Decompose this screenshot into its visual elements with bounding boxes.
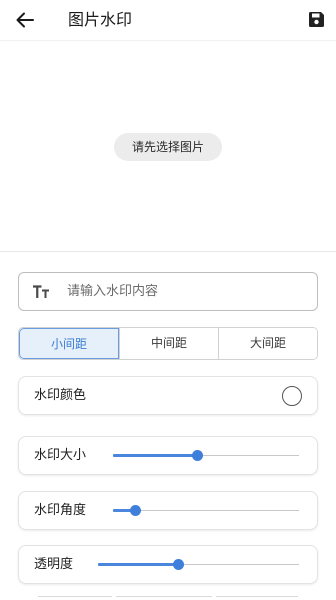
opacity-label: 透明度 (34, 557, 74, 572)
opacity-slider[interactable] (98, 559, 299, 570)
slider-fill (113, 454, 197, 457)
watermark-color-row[interactable]: 水印颜色 (18, 376, 318, 415)
watermark-text-input[interactable] (67, 273, 307, 310)
watermark-size-row: 水印大小 (18, 436, 318, 475)
spacing-option-small[interactable]: 小间距 (19, 328, 119, 359)
top-app-bar: 图片水印 (0, 0, 336, 40)
save-button[interactable] (305, 8, 327, 30)
watermark-size-slider[interactable] (113, 450, 299, 461)
spacing-option-medium[interactable]: 中间距 (119, 328, 218, 359)
watermark-angle-row: 水印角度 (18, 491, 318, 530)
next-section-divider (116, 596, 212, 597)
slider-fill (98, 563, 179, 566)
color-swatch[interactable] (282, 386, 302, 406)
spacing-selector: 小间距 中间距 大间距 (18, 327, 318, 360)
slider-thumb[interactable] (173, 559, 185, 570)
page-title: 图片水印 (68, 10, 133, 29)
spacing-option-large[interactable]: 大间距 (218, 328, 317, 359)
floppy-disk-icon (308, 11, 324, 27)
arrow-left-icon (16, 12, 34, 28)
image-preview-area[interactable]: 请先选择图片 (0, 40, 336, 252)
watermark-color-label: 水印颜色 (34, 388, 87, 403)
next-section-divider (38, 596, 112, 597)
next-section-divider (216, 596, 298, 597)
slider-thumb[interactable] (130, 505, 142, 516)
back-button[interactable] (10, 6, 40, 34)
watermark-angle-label: 水印角度 (34, 503, 87, 518)
select-image-button[interactable]: 请先选择图片 (114, 133, 222, 161)
watermark-text-field[interactable] (18, 272, 318, 311)
watermark-settings-panel: 小间距 中间距 大间距 水印颜色 水印大小 水印角度 透明度 (0, 252, 336, 600)
watermark-size-label: 水印大小 (34, 448, 87, 463)
text-size-icon (33, 285, 49, 298)
slider-thumb[interactable] (191, 450, 203, 461)
opacity-row: 透明度 (18, 545, 318, 584)
watermark-angle-slider[interactable] (113, 505, 299, 516)
